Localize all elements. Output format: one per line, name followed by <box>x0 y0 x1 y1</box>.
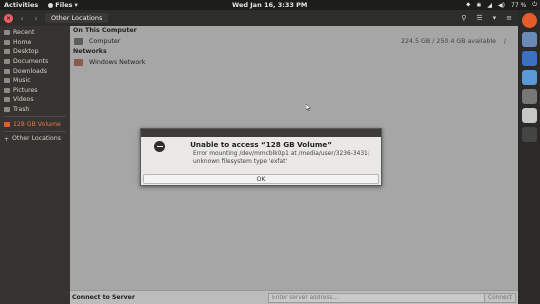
back-button[interactable]: ‹ <box>17 13 27 24</box>
software-center-icon[interactable] <box>521 70 537 85</box>
sidebar-item-desktop[interactable]: Desktop <box>0 47 70 57</box>
connect-to-server-label: Connect to Server <box>72 294 135 301</box>
drive-icon[interactable] <box>521 108 537 123</box>
sidebar-item-other-locations[interactable]: + Other Locations <box>0 134 70 144</box>
close-icon: × <box>5 14 12 22</box>
connect-button[interactable]: Connect <box>484 293 516 303</box>
location-label: Computer <box>89 37 121 45</box>
view-list-icon[interactable]: ☰ <box>476 14 482 22</box>
top-panel: Activities Files ▾ Wed Jan 16, 3:33 PM ⬥… <box>0 0 540 10</box>
activities-button[interactable]: Activities <box>4 1 38 9</box>
ok-button[interactable]: OK <box>143 174 379 184</box>
sidebar-item-volume[interactable]: 128 GB Volume <box>0 119 70 129</box>
desktop-icon <box>4 49 10 55</box>
network-icon <box>74 58 83 66</box>
sidebar-item-music[interactable]: Music <box>0 76 70 86</box>
trash-icon <box>4 107 10 113</box>
writer-icon[interactable] <box>521 51 537 66</box>
files-app-icon <box>48 2 54 8</box>
disk-usage: 224.5 GB / 250.4 GB available <box>400 37 496 45</box>
sidebar-item-label: Documents <box>13 58 49 66</box>
wifi-icon[interactable]: ◢ <box>487 2 492 9</box>
sidebar-item-label: Recent <box>13 29 35 37</box>
dialog-titlebar <box>141 129 381 137</box>
close-window-button[interactable]: × <box>4 13 13 23</box>
server-address-input[interactable] <box>268 293 490 303</box>
sidebar-item-videos[interactable]: Videos <box>0 95 70 105</box>
volume-icon[interactable]: ◀) <box>498 2 505 9</box>
sidebar-item-recent[interactable]: Recent <box>0 28 70 38</box>
dialog-title: Unable to access “128 GB Volume” <box>190 140 332 149</box>
sidebar-item-label: Trash <box>13 106 30 114</box>
system-tray[interactable]: ⬥ ✱ ◢ ◀) 77 % ⏻ <box>466 1 537 9</box>
sidebar-item-label: Pictures <box>13 86 38 94</box>
sidebar-item-home[interactable]: Home <box>0 38 70 48</box>
dropbox-icon[interactable]: ⬥ <box>466 1 470 9</box>
bluetooth-icon[interactable]: ✱ <box>476 2 481 9</box>
sidebar-item-label: 128 GB Volume <box>13 120 61 128</box>
clock[interactable]: Wed Jan 16, 3:33 PM <box>232 1 307 9</box>
settings-icon[interactable] <box>521 89 537 104</box>
sidebar-item-pictures[interactable]: Pictures <box>0 86 70 96</box>
forward-button[interactable]: › <box>31 13 41 24</box>
chevron-right-icon: › <box>34 13 38 23</box>
documents-icon <box>4 59 10 65</box>
chevron-down-icon: ▾ <box>74 1 78 9</box>
app-menu[interactable]: Files ▾ <box>48 1 78 9</box>
power-icon[interactable]: ⏻ <box>532 1 537 9</box>
sidebar-item-label: Other Locations <box>12 135 61 143</box>
drive-icon <box>4 121 10 127</box>
section-heading-networks: Networks <box>73 48 107 55</box>
trash-dock-icon[interactable] <box>521 127 537 142</box>
search-icon[interactable]: ⚲ <box>461 14 466 22</box>
section-heading-computer: On This Computer <box>73 27 137 34</box>
sidebar-item-label: Home <box>13 38 32 46</box>
sidebar-item-label: Downloads <box>13 67 47 75</box>
plus-icon: + <box>4 136 10 144</box>
sidebar-item-trash[interactable]: Trash <box>0 105 70 115</box>
window-headerbar: × ‹ › Other Locations ⚲ ☰ ▾ ≡ <box>0 10 518 26</box>
sidebar-item-label: Desktop <box>13 48 39 56</box>
chevron-left-icon: ‹ <box>20 13 24 23</box>
location-pathbar[interactable]: Other Locations <box>45 13 109 23</box>
sidebar: Recent Home Desktop Documents Downloads … <box>0 26 70 304</box>
sidebar-item-downloads[interactable]: Downloads <box>0 66 70 76</box>
sidebar-divider <box>4 116 66 118</box>
battery-label[interactable]: 77 % <box>511 2 526 9</box>
home-icon <box>4 39 10 45</box>
sidebar-item-documents[interactable]: Documents <box>0 57 70 67</box>
location-row-computer[interactable]: Computer 224.5 GB / 250.4 GB available / <box>70 35 518 47</box>
pictures-icon <box>4 87 10 93</box>
error-dialog: Unable to access “128 GB Volume” Error m… <box>140 128 382 186</box>
mount-path: / <box>503 37 506 45</box>
dock <box>518 10 540 304</box>
clock-icon <box>4 30 10 36</box>
sidebar-item-label: Videos <box>13 96 34 104</box>
menu-icon[interactable]: ≡ <box>506 14 512 22</box>
sidebar-divider <box>4 130 66 132</box>
sidebar-item-label: Music <box>13 77 31 85</box>
downloads-icon <box>4 68 10 74</box>
videos-icon <box>4 97 10 103</box>
music-icon <box>4 78 10 84</box>
dialog-message: Error mounting /dev/mmcblk0p1 at /media/… <box>193 151 370 165</box>
mouse-cursor-icon <box>306 104 311 111</box>
view-options-icon[interactable]: ▾ <box>493 14 497 22</box>
location-row-windows-network[interactable]: Windows Network <box>70 56 518 68</box>
firefox-icon[interactable] <box>521 13 537 28</box>
app-menu-label: Files <box>55 1 73 9</box>
files-icon[interactable] <box>521 32 537 47</box>
connect-to-server-bar: Connect to Server Connect <box>70 290 518 304</box>
location-label: Windows Network <box>89 58 146 66</box>
computer-icon <box>74 37 83 45</box>
